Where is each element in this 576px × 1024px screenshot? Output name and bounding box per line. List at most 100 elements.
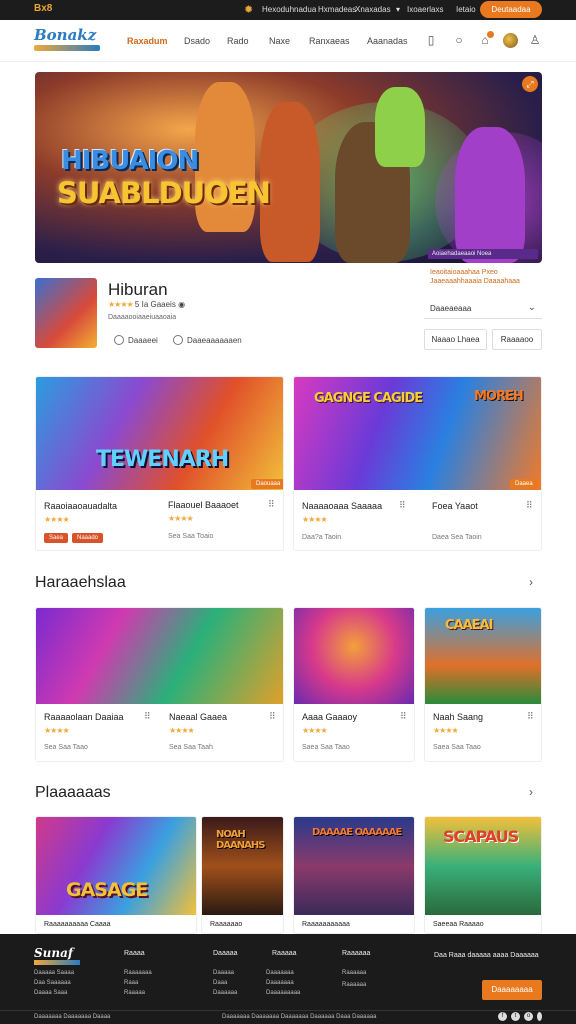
- search-icon[interactable]: ○: [452, 33, 466, 47]
- featured-action[interactable]: Daaaeei: [114, 335, 158, 345]
- featured-notes: Ieaoitaioaaahaa Pxeo Jaaeaaahhaaaia Daaa…: [430, 269, 520, 285]
- topbar-brand[interactable]: Bx8: [34, 3, 52, 14]
- footer-heading: Daaaaa: [213, 950, 238, 957]
- chevron-right-icon[interactable]: ›: [529, 575, 533, 589]
- footer-link[interactable]: Raaaaaaa: [124, 970, 152, 976]
- game-card-info[interactable]: Flaaouel Baaaoet ★★★★ Sea Saa Toaio ⠿: [126, 490, 284, 551]
- rating-stars: ★★★★: [44, 515, 70, 524]
- nav-item[interactable]: Naxe: [269, 36, 290, 46]
- topbar-link[interactable]: Ixoaerlaxs: [407, 5, 443, 14]
- nav-item-home[interactable]: Raxadum: [127, 36, 168, 46]
- footer-link[interactable]: Daaaaaa: [213, 990, 237, 996]
- hero-character: [375, 87, 425, 167]
- more-icon[interactable]: ⠿: [268, 499, 275, 510]
- expand-icon[interactable]: ⤢: [522, 76, 538, 92]
- game-name: Aaaa Gaaaoy: [302, 712, 358, 722]
- featured-action[interactable]: Daaeaaaaaaen: [173, 335, 242, 345]
- youtube-icon[interactable]: [537, 1012, 542, 1021]
- footer-logo[interactable]: Sunaf: [34, 946, 73, 960]
- game-card[interactable]: SCAPAUS Saeeaa Raaaao: [424, 816, 542, 934]
- share-icon: [173, 335, 183, 345]
- nav-item[interactable]: Rado: [227, 36, 249, 46]
- game-meta: Sea Saa Taah: [169, 744, 213, 751]
- rating-stars: ★★★★: [433, 726, 459, 735]
- game-card[interactable]: DAAAAE OAAAAAE Raaaaaaaaaaa: [293, 816, 415, 934]
- more-icon[interactable]: ⠿: [527, 711, 534, 722]
- footer-link[interactable]: Daaaaaaa: [266, 980, 294, 986]
- card-overlay-title: TEWENARH: [96, 447, 229, 472]
- tag[interactable]: Naaado: [72, 533, 104, 543]
- topbar-cta-button[interactable]: Deutaadaa: [480, 1, 542, 18]
- game-card[interactable]: GAGNGE CAGIDE MOREH Daaea Naaaaoaaa Saaa…: [293, 376, 542, 551]
- library-icon[interactable]: ▯: [424, 33, 438, 47]
- card-overlay-title: DAAAAE OAAAAAE: [312, 827, 402, 838]
- notification-dot: [487, 31, 494, 38]
- chevron-down-icon[interactable]: ▾: [396, 5, 400, 14]
- footer-link[interactable]: Raaaaa: [124, 990, 145, 996]
- more-icon[interactable]: ⠿: [144, 711, 151, 722]
- topbar-link[interactable]: Hexoduhnadua: [262, 5, 316, 14]
- section-title: Plaaaaaas: [35, 784, 111, 801]
- game-card[interactable]: NOAH DAANAHS Raaaaaao: [201, 816, 284, 934]
- more-icon[interactable]: ⠿: [400, 711, 407, 722]
- rating-stars: ★★★★: [302, 726, 328, 735]
- footer-link[interactable]: Daaaa Saaa: [34, 990, 67, 996]
- game-name: Naaaaoaaa Saaaaa: [302, 501, 383, 511]
- status-badge: Daouaaa: [251, 479, 283, 489]
- topbar-link[interactable]: Ietaio: [456, 5, 476, 14]
- nav-item[interactable]: Dsado: [184, 36, 210, 46]
- user-icon[interactable]: ♙: [528, 33, 542, 47]
- instagram-icon[interactable]: o: [524, 1012, 533, 1021]
- footer-link[interactable]: Raaaaaa: [342, 970, 366, 976]
- twitter-icon[interactable]: t: [511, 1012, 520, 1021]
- footer-link[interactable]: Raaaaaa: [342, 982, 366, 988]
- nav-item[interactable]: Ranxaeas: [309, 36, 350, 46]
- game-card-image: [36, 608, 283, 704]
- featured-thumbnail[interactable]: [35, 278, 97, 348]
- game-card[interactable]: Aaaa Gaaaoy ★★★★ Saea Saa Taao ⠿: [293, 607, 415, 762]
- more-icon[interactable]: ⠿: [526, 500, 533, 511]
- footer-link[interactable]: Daaaaa Saaaa: [34, 970, 74, 976]
- chevron-down-icon: ⌄: [527, 302, 536, 313]
- more-icon[interactable]: ⠿: [269, 711, 276, 722]
- hero-banner[interactable]: HIBUAION SUABLDUOEN ⤢ Aoiaehadaeaaoi Noe…: [35, 72, 542, 263]
- newsletter-text: Daa Raaa daaaaa aaaa Daaaaaa: [434, 952, 539, 959]
- newsletter-button[interactable]: Daaaaaaaa: [482, 980, 542, 1000]
- topbar-link[interactable]: Xnaxadas: [355, 5, 391, 14]
- card-overlay-title: GAGNGE CAGIDE: [314, 391, 423, 406]
- rating-stars: ★★★★: [44, 726, 70, 735]
- facebook-icon[interactable]: f: [498, 1012, 507, 1021]
- game-meta: Sea Saa Toaio: [168, 533, 214, 540]
- more-icon[interactable]: ⠿: [399, 500, 406, 511]
- footer-link[interactable]: Daaaaa: [213, 970, 234, 976]
- info-icon[interactable]: ◉: [178, 300, 185, 309]
- game-name: Raaaaaaaaaaa: [302, 921, 350, 928]
- topbar-link[interactable]: Hxmadeas: [318, 5, 356, 14]
- card-overlay-title: GASAGE: [66, 879, 148, 901]
- chevron-right-icon[interactable]: ›: [529, 785, 533, 799]
- footer-link[interactable]: Daaaaaaa: [266, 970, 294, 976]
- footer-link[interactable]: Raaa: [124, 980, 138, 986]
- legal-links[interactable]: Daaaaaaa Daaaaaaa Daaaaaaa Daaaaaa Daaa …: [222, 1014, 376, 1020]
- tag[interactable]: Saea: [44, 533, 69, 543]
- footer-link[interactable]: Daaaaaaaaa: [266, 990, 300, 996]
- main-header: Bonakz Raxadum Dsado Rado Naxe Ranxaeas …: [0, 20, 576, 62]
- featured-select[interactable]: Daaeaeaaa ⌄: [424, 299, 542, 319]
- footer-link[interactable]: Daa Saaaaaa: [34, 980, 71, 986]
- site-logo[interactable]: Bonakz: [34, 28, 104, 54]
- avatar[interactable]: [503, 33, 518, 48]
- featured-rating: ★★★★ 5 Ia Gaaeis ◉: [108, 300, 185, 309]
- action-label: Daaeaaaaaaen: [187, 336, 242, 345]
- footer-link[interactable]: Daaa: [213, 980, 227, 986]
- secondary-button[interactable]: Naaao Lhaea: [424, 329, 487, 350]
- nav-item[interactable]: Aaanadas: [367, 36, 408, 46]
- footer-heading: Raaaaaa: [342, 950, 371, 957]
- game-card[interactable]: GASAGE Raaaaaaaaaa Caaaa: [35, 816, 197, 934]
- game-card[interactable]: Raaaaolaan Daaiaa ★★★★ Sea Saa Taao ⠿ Na…: [35, 607, 284, 762]
- game-name: Naah Saang: [433, 712, 484, 722]
- secondary-button[interactable]: Raaaaoo: [492, 329, 542, 350]
- card-overlay-title: NOAH DAANAHS: [216, 829, 265, 851]
- game-card[interactable]: CAAEAI Naah Saang ★★★★ Saea Saa Taao ⠿: [424, 607, 542, 762]
- game-meta: Saea Saa Taao: [302, 744, 350, 751]
- rating-stars: ★★★★: [108, 300, 134, 309]
